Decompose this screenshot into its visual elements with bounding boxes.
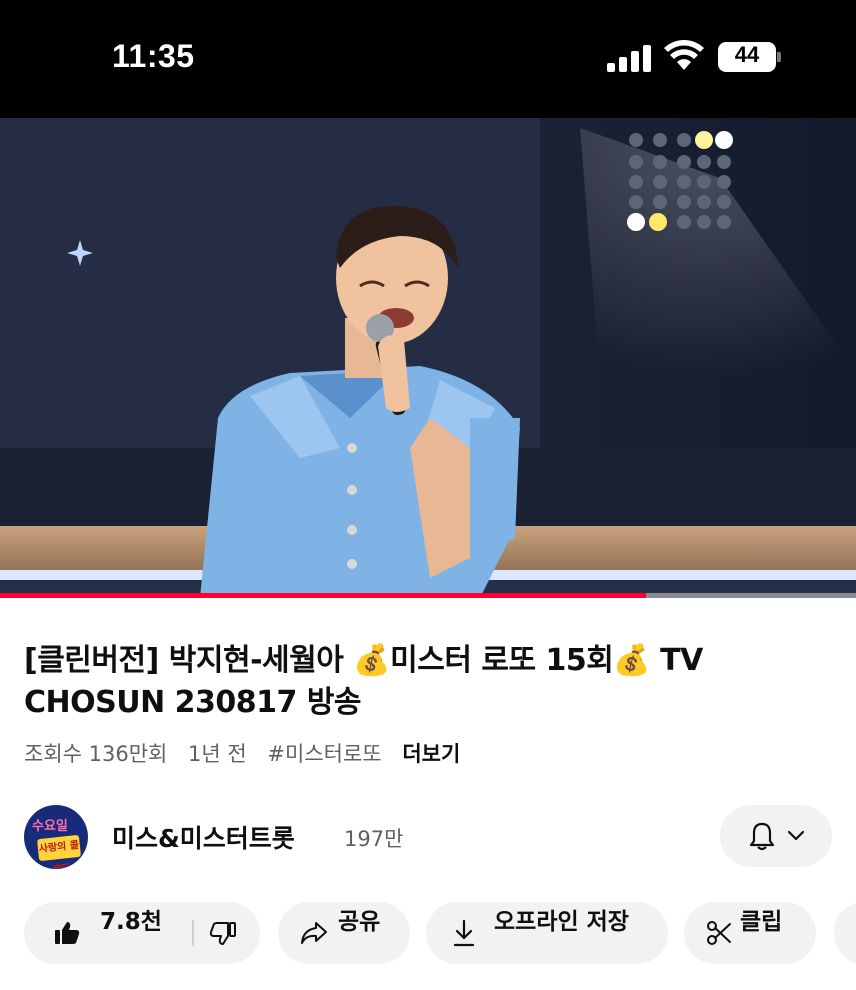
video-title[interactable]: [클린버전] 박지현-세월아 💰미스터 로또 15회💰 TV CHOSUN 23… [24, 640, 824, 724]
notification-bell-button[interactable] [720, 805, 832, 867]
video-info-panel: [클린버전] 박지현-세월아 💰미스터 로또 15회💰 TV CHOSUN 23… [0, 598, 856, 990]
like-dislike-group: 7.8천 [24, 902, 260, 964]
download-button[interactable]: 오프라인 저장 [426, 902, 668, 964]
clip-label: 클립 [740, 909, 783, 935]
avatar-top-text: 수요일 [32, 819, 68, 834]
bell-icon [749, 822, 775, 851]
video-frame [0, 118, 856, 598]
thumbs-down-icon [210, 922, 236, 945]
wifi-icon [664, 40, 704, 70]
action-row: 7.8천 공유 오프라인 저장 클립 [24, 902, 856, 964]
share-label: 공유 [338, 909, 381, 935]
share-icon [301, 922, 327, 944]
status-time: 11:35 [112, 38, 195, 74]
share-button[interactable]: 공유 [278, 902, 410, 964]
cellular-signal-icon [607, 44, 653, 72]
more-link[interactable]: 더보기 [402, 742, 460, 766]
more-actions-button[interactable] [834, 902, 856, 964]
thumbs-up-icon [55, 922, 80, 944]
video-meta-row[interactable]: 조회수 136만회 1년 전 #미스터로또 더보기 [24, 738, 474, 768]
avatar-bar-text: 사랑의 콜센타 [38, 839, 80, 869]
channel-avatar[interactable]: 수요일 사랑의 콜센타 [24, 805, 88, 869]
battery-level: 44 [734, 42, 760, 67]
status-bar: 11:35 44 [0, 0, 856, 118]
like-button[interactable]: 7.8천 [24, 902, 190, 964]
scissors-icon [707, 921, 731, 945]
subscriber-count: 197만 [344, 827, 404, 851]
channel-name[interactable]: 미스&미스터트롯 [112, 819, 295, 855]
battery-icon: 44 [718, 42, 782, 72]
chevron-down-icon [787, 830, 805, 841]
download-label: 오프라인 저장 [494, 909, 629, 935]
channel-row: 수요일 사랑의 콜센타 미스&미스터트롯 197만 [24, 805, 834, 869]
like-divider [192, 920, 194, 946]
like-count: 7.8천 [100, 909, 162, 935]
clip-button[interactable]: 클립 [684, 902, 816, 964]
upload-age: 1년 전 [188, 742, 247, 766]
video-player[interactable] [0, 118, 856, 598]
hashtag-link[interactable]: #미스터로또 [267, 742, 381, 766]
view-count: 조회수 136만회 [24, 742, 168, 766]
download-icon [453, 919, 475, 947]
dislike-button[interactable] [196, 902, 260, 964]
